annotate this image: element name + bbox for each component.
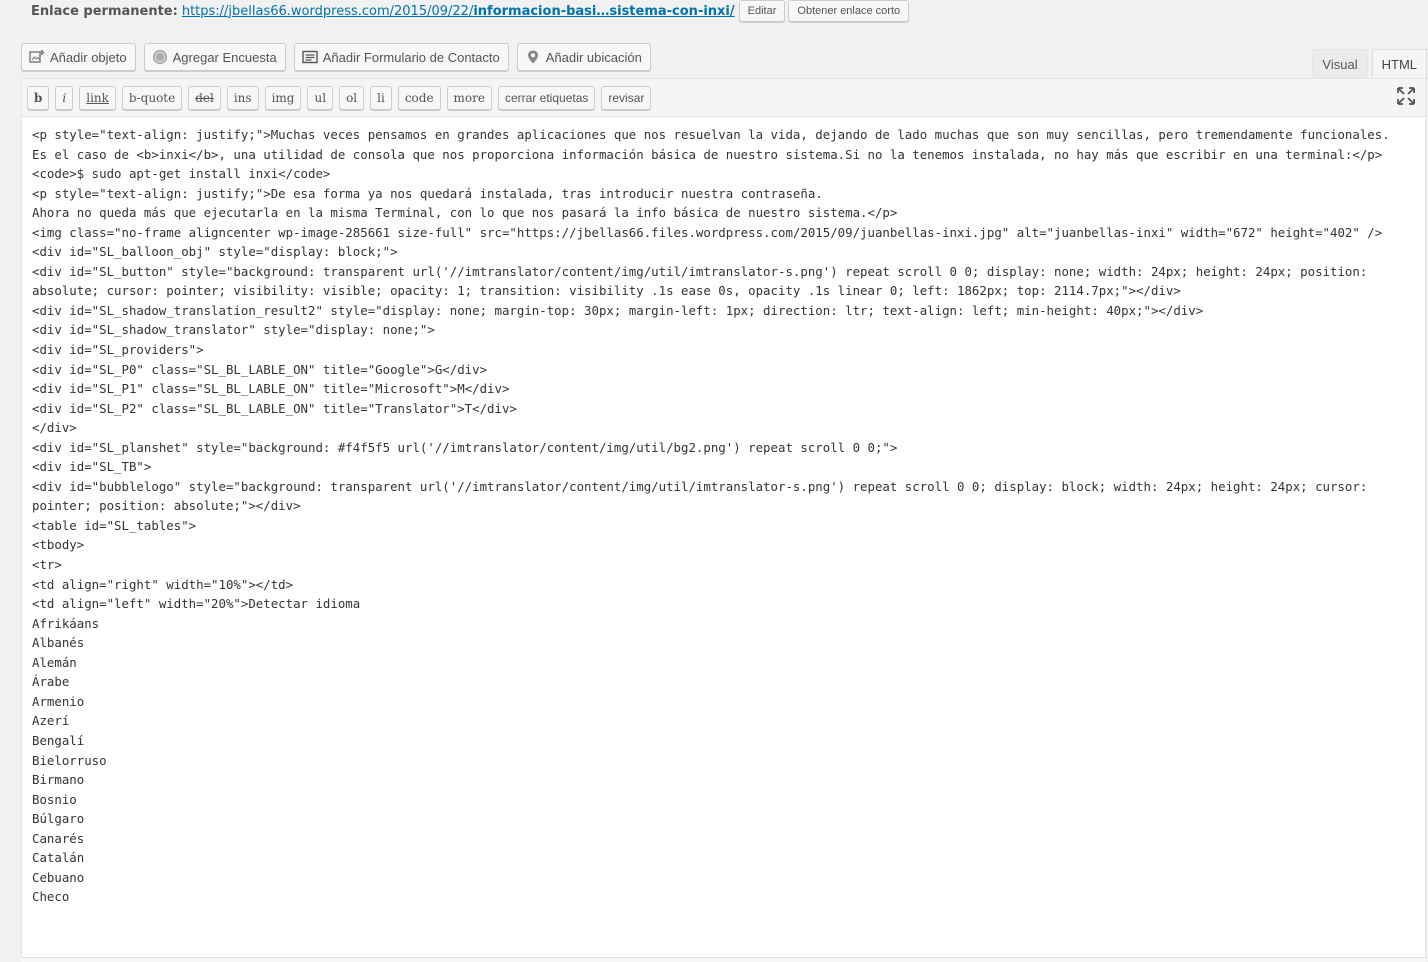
fullscreen-icon[interactable] bbox=[1397, 87, 1415, 105]
permalink-label: Enlace permanente: bbox=[31, 3, 178, 19]
permalink-url-slug: informacion-basi…sistema-con-inxi/ bbox=[473, 3, 735, 19]
add-location-button[interactable]: Añadir ubicación bbox=[516, 43, 651, 71]
location-pin-icon bbox=[525, 49, 541, 65]
qt-del-button[interactable]: del bbox=[188, 85, 221, 110]
qt-ins-button[interactable]: ins bbox=[226, 85, 259, 110]
qt-more-button[interactable]: more bbox=[446, 85, 492, 110]
qt-blockquote-button[interactable]: b-quote bbox=[121, 85, 183, 110]
qt-code-button[interactable]: code bbox=[397, 85, 441, 110]
add-poll-label: Agregar Encuesta bbox=[172, 49, 277, 65]
add-media-button[interactable]: Añadir objeto bbox=[21, 43, 136, 71]
qt-li-button[interactable]: li bbox=[370, 85, 392, 110]
add-poll-button[interactable]: Agregar Encuesta bbox=[143, 43, 286, 71]
add-media-icon bbox=[29, 49, 45, 65]
poll-icon bbox=[152, 49, 168, 65]
get-shortlink-button[interactable]: Obtener enlace corto bbox=[788, 0, 910, 22]
permalink-url-prefix: https://jbellas66.wordpress.com/2015/09/… bbox=[181, 3, 474, 19]
add-contact-form-button[interactable]: Añadir Formulario de Contacto bbox=[293, 43, 509, 71]
media-buttons-bar: Añadir objeto Agregar Encuesta Añadir Fo… bbox=[21, 43, 651, 71]
permalink-link[interactable]: https://jbellas66.wordpress.com/2015/09/… bbox=[182, 4, 735, 19]
edit-permalink-button[interactable]: Editar bbox=[738, 0, 786, 22]
qt-link-button[interactable]: link bbox=[79, 85, 116, 110]
qt-spellcheck-button[interactable]: revisar bbox=[601, 85, 652, 110]
add-contact-form-label: Añadir Formulario de Contacto bbox=[322, 49, 500, 65]
tab-html[interactable]: HTML bbox=[1371, 49, 1427, 79]
html-content-textarea[interactable]: <p style="text-align: justify;">Muchas v… bbox=[22, 117, 1425, 951]
add-media-label: Añadir objeto bbox=[50, 49, 127, 65]
quicktags-toolbar: b i link b-quote del ins img ul ol li co… bbox=[22, 79, 1425, 117]
editor-tabs: Visual HTML bbox=[1312, 49, 1427, 79]
html-editor: b i link b-quote del ins img ul ol li co… bbox=[21, 78, 1426, 958]
qt-italic-button[interactable]: i bbox=[55, 85, 74, 110]
editor-status-bar bbox=[21, 957, 1426, 962]
qt-img-button[interactable]: img bbox=[264, 85, 302, 110]
contact-form-icon bbox=[302, 49, 318, 65]
qt-bold-button[interactable]: b bbox=[27, 85, 50, 110]
permalink-row: Enlace permanente: https://jbellas66.wor… bbox=[31, 0, 912, 22]
qt-ul-button[interactable]: ul bbox=[307, 85, 334, 110]
tab-visual[interactable]: Visual bbox=[1312, 49, 1368, 78]
qt-ol-button[interactable]: ol bbox=[339, 85, 365, 110]
add-location-label: Añadir ubicación bbox=[545, 49, 642, 65]
qt-close-tags-button[interactable]: cerrar etiquetas bbox=[498, 85, 596, 110]
